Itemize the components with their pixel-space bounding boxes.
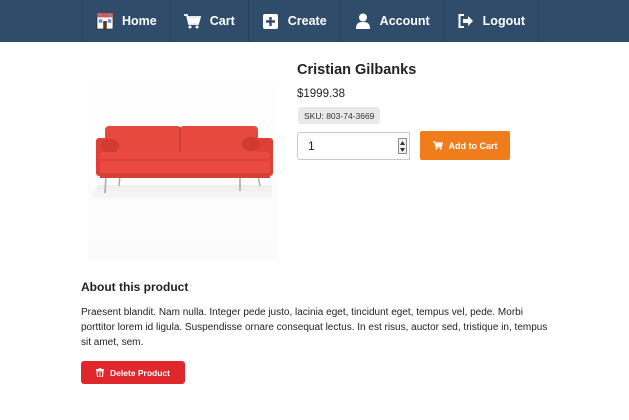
top-navbar: Home Cart Create Account Logout <box>0 0 629 42</box>
logout-icon <box>457 12 475 30</box>
nav-cart[interactable]: Cart <box>169 0 248 42</box>
delete-product-label: Delete Product <box>110 367 170 378</box>
quantity-input[interactable] <box>308 134 398 158</box>
nav-cart-label: Cart <box>209 14 235 28</box>
about-heading: About this product <box>81 280 189 294</box>
product-title: Cristian Gilbanks <box>297 62 417 78</box>
nav-create[interactable]: Create <box>247 0 340 42</box>
chevron-up-icon <box>400 140 405 145</box>
chevron-down-icon <box>400 147 405 152</box>
sku-badge: SKU: 803-74-3669 <box>298 107 381 124</box>
decrement-button[interactable] <box>399 146 406 153</box>
product-image <box>88 60 278 260</box>
trash-icon <box>96 368 104 377</box>
nav-logout-label: Logout <box>482 14 526 28</box>
quantity-spinner[interactable] <box>398 138 407 154</box>
increment-button[interactable] <box>399 139 406 146</box>
delete-product-button[interactable]: Delete Product <box>81 361 185 384</box>
nav-home[interactable]: Home <box>82 0 170 42</box>
sofa-image <box>90 126 273 199</box>
plus-square-icon <box>262 12 280 30</box>
nav-account[interactable]: Account <box>339 0 443 42</box>
quantity-stepper[interactable] <box>297 132 410 160</box>
nav-home-label: Home <box>122 14 157 28</box>
product-description: Praesent blandit. Nam nulla. Integer ped… <box>81 307 548 348</box>
cart-icon <box>184 12 202 30</box>
home-icon <box>96 12 114 30</box>
add-to-cart-label: Add to Cart <box>448 140 498 151</box>
cart-icon <box>432 141 443 150</box>
add-to-cart-button[interactable]: Add to Cart <box>420 131 510 160</box>
main-nav: Home Cart Create Account Logout <box>82 0 540 42</box>
user-icon <box>354 12 372 30</box>
nav-logout[interactable]: Logout <box>442 0 540 42</box>
nav-account-label: Account <box>379 14 430 28</box>
product-price: $1999.38 <box>297 88 345 100</box>
nav-create-label: Create <box>287 14 327 28</box>
